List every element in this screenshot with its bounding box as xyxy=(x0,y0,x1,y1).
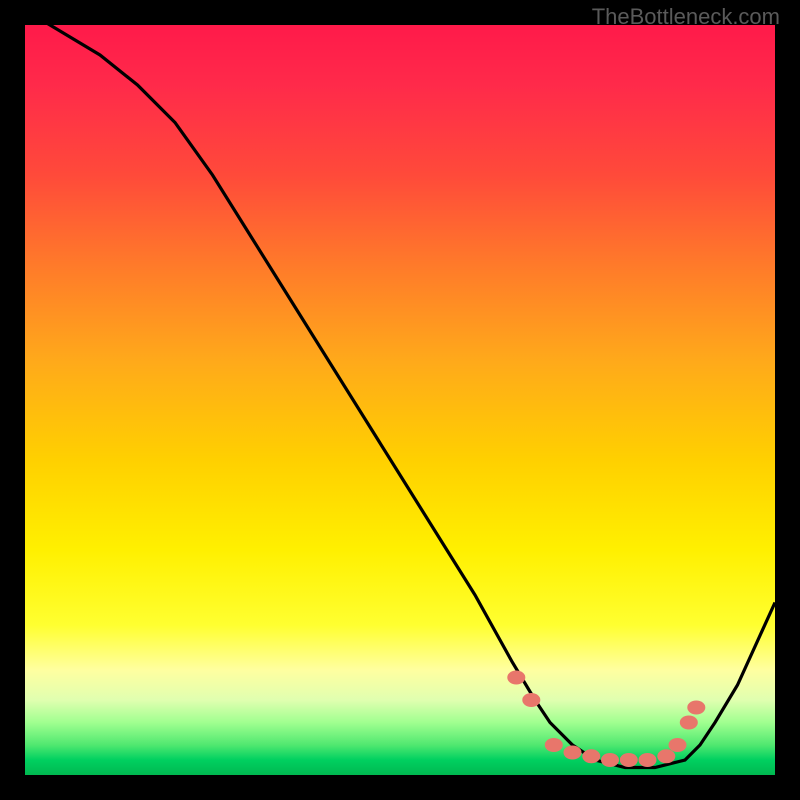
marker-dot xyxy=(507,671,525,685)
watermark-text: TheBottleneck.com xyxy=(592,4,780,30)
marker-dot xyxy=(620,753,638,767)
marker-dot xyxy=(687,701,705,715)
marker-dot xyxy=(601,753,619,767)
marker-dot xyxy=(564,746,582,760)
chart-svg xyxy=(25,25,775,775)
optimal-markers xyxy=(507,671,705,768)
marker-dot xyxy=(669,738,687,752)
marker-dot xyxy=(522,693,540,707)
bottleneck-curve xyxy=(25,25,775,768)
marker-dot xyxy=(639,753,657,767)
marker-dot xyxy=(657,749,675,763)
plot-area xyxy=(25,25,775,775)
marker-dot xyxy=(582,749,600,763)
marker-dot xyxy=(680,716,698,730)
marker-dot xyxy=(545,738,563,752)
